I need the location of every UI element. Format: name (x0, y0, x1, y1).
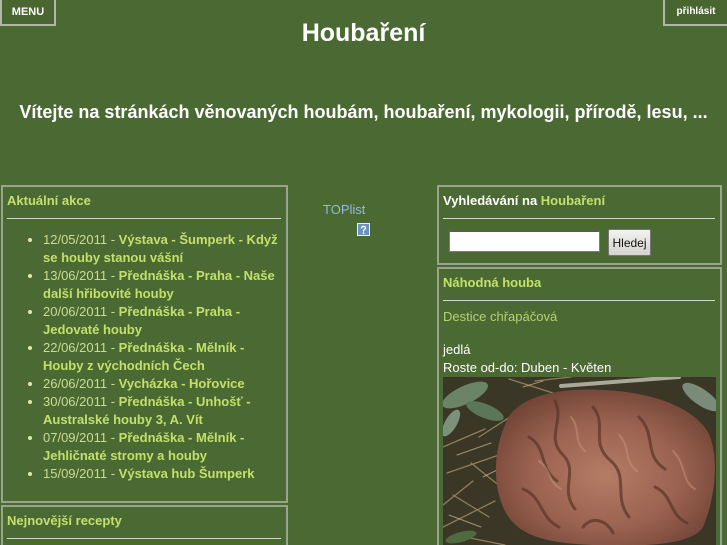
search-title-site: Houbaření (540, 193, 606, 208)
event-date: 13/06/2011 (43, 268, 108, 283)
divider (443, 218, 715, 219)
welcome-heading: Vítejte na stránkách věnovaných houbám, … (19, 102, 708, 122)
recipes-panel-title: Nejnovější recepty (7, 513, 122, 528)
search-panel-title: Vyhledávání na Houbaření (443, 192, 605, 210)
toplist-link[interactable]: TOPlist (323, 201, 365, 219)
events-panel: Aktuální akce 12/05/2011 - Výstava - Šum… (1, 185, 288, 503)
broken-image-icon[interactable] (357, 223, 370, 236)
event-item: 20/06/2011 - Přednáška - Praha - Jedovat… (43, 303, 284, 339)
random-mushroom-title: Náhodná houba (443, 275, 542, 290)
event-item: 12/05/2011 - Výstava - Šumperk - Když se… (43, 231, 284, 267)
mushroom-season: Roste od-do: Duben - Květen (443, 360, 612, 375)
random-mushroom-panel: Náhodná houba Destice chřapáčová jedlá R… (437, 267, 722, 545)
event-link[interactable]: Výstava hub Šumperk (119, 466, 255, 481)
event-separator: - (107, 232, 119, 247)
event-item: 15/09/2011 - Výstava hub Šumperk (43, 465, 284, 483)
event-link[interactable]: Vycházka - Hořovice (119, 376, 245, 391)
event-separator: - (107, 430, 119, 445)
event-item: 13/06/2011 - Přednáška - Praha - Naše da… (43, 267, 284, 303)
event-item: 07/09/2011 - Přednáška - Mělník - Jehlič… (43, 429, 284, 465)
events-panel-title: Aktuální akce (7, 193, 91, 208)
divider (7, 538, 281, 539)
mushroom-edibility: jedlá (443, 342, 471, 357)
event-item: 22/06/2011 - Přednáška - Mělník - Houby … (43, 339, 284, 375)
event-separator: - (107, 376, 119, 391)
event-date: 30/06/2011 (43, 394, 108, 409)
recipes-panel: Nejnovější recepty (1, 505, 288, 545)
site-title: Houbaření (301, 19, 426, 47)
event-date: 15/09/2011 (43, 466, 108, 481)
event-separator: - (107, 340, 119, 355)
event-separator: - (107, 268, 119, 283)
search-button[interactable]: Hledej (608, 229, 651, 256)
event-item: 26/06/2011 - Vycházka - Hořovice (43, 375, 284, 393)
event-item: 30/06/2011 - Přednáška - Unhošť - Austra… (43, 393, 284, 429)
event-date: 26/06/2011 (43, 376, 108, 391)
event-separator: - (107, 466, 119, 481)
mushroom-photo[interactable] (443, 377, 716, 545)
event-separator: - (107, 304, 119, 319)
divider (443, 300, 715, 301)
event-date: 12/05/2011 (43, 232, 108, 247)
mushroom-name-link[interactable]: Destice chřapáčová (443, 308, 557, 326)
event-date: 22/06/2011 (43, 340, 108, 355)
search-panel: Vyhledávání na Houbaření Hledej (437, 185, 722, 265)
event-separator: - (107, 394, 119, 409)
search-title-prefix: Vyhledávání na (443, 193, 538, 208)
events-list: 12/05/2011 - Výstava - Šumperk - Když se… (3, 231, 286, 483)
divider (7, 218, 281, 219)
event-date: 20/06/2011 (43, 304, 108, 319)
search-input[interactable] (449, 231, 600, 252)
event-date: 07/09/2011 (43, 430, 108, 445)
